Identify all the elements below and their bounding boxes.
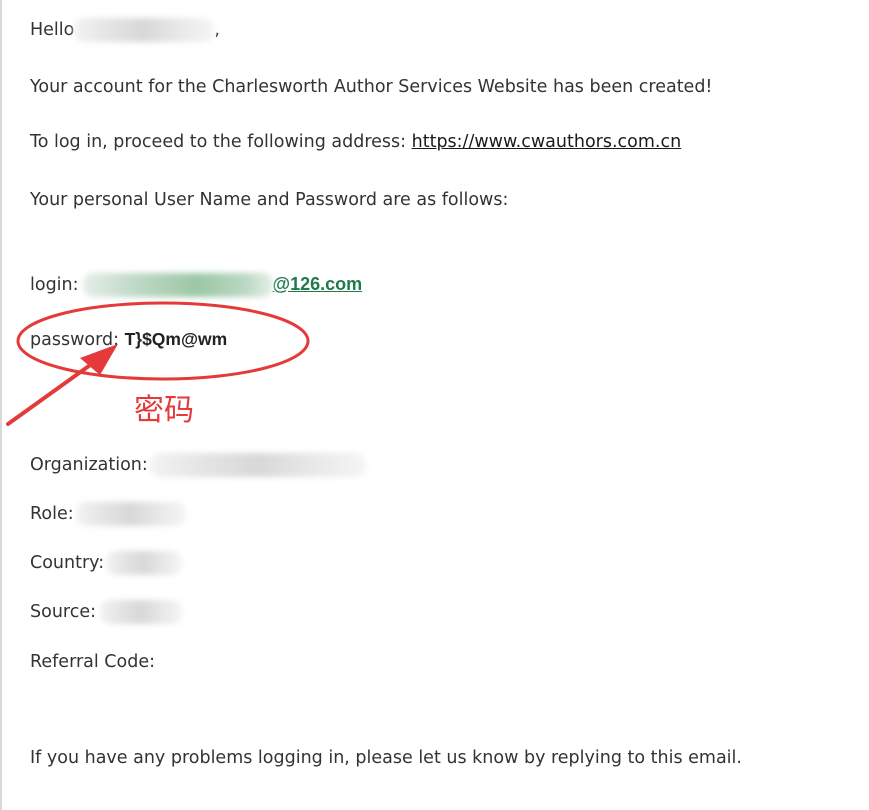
redacted-source <box>100 600 183 624</box>
source-label: Source: <box>30 602 97 622</box>
source-line: Source: <box>30 600 183 624</box>
role-label: Role: <box>30 504 74 524</box>
organization-label: Organization: <box>30 455 148 475</box>
referral-code-line: Referral Code: <box>30 652 155 672</box>
country-label: Country: <box>30 553 105 573</box>
problems-line: If you have any problems logging in, ple… <box>30 748 742 768</box>
password-annotation-label: 密码 <box>134 393 194 428</box>
role-line: Role: <box>30 502 186 526</box>
annotation-overlay <box>6 301 310 426</box>
country-line: Country: <box>30 551 183 575</box>
organization-line: Organization: <box>30 453 366 477</box>
password-highlight-ellipse <box>16 301 310 381</box>
redacted-organization <box>149 453 366 477</box>
annotation-arrow-shaft <box>6 356 102 426</box>
redacted-role <box>75 502 186 526</box>
redacted-country <box>106 551 183 575</box>
